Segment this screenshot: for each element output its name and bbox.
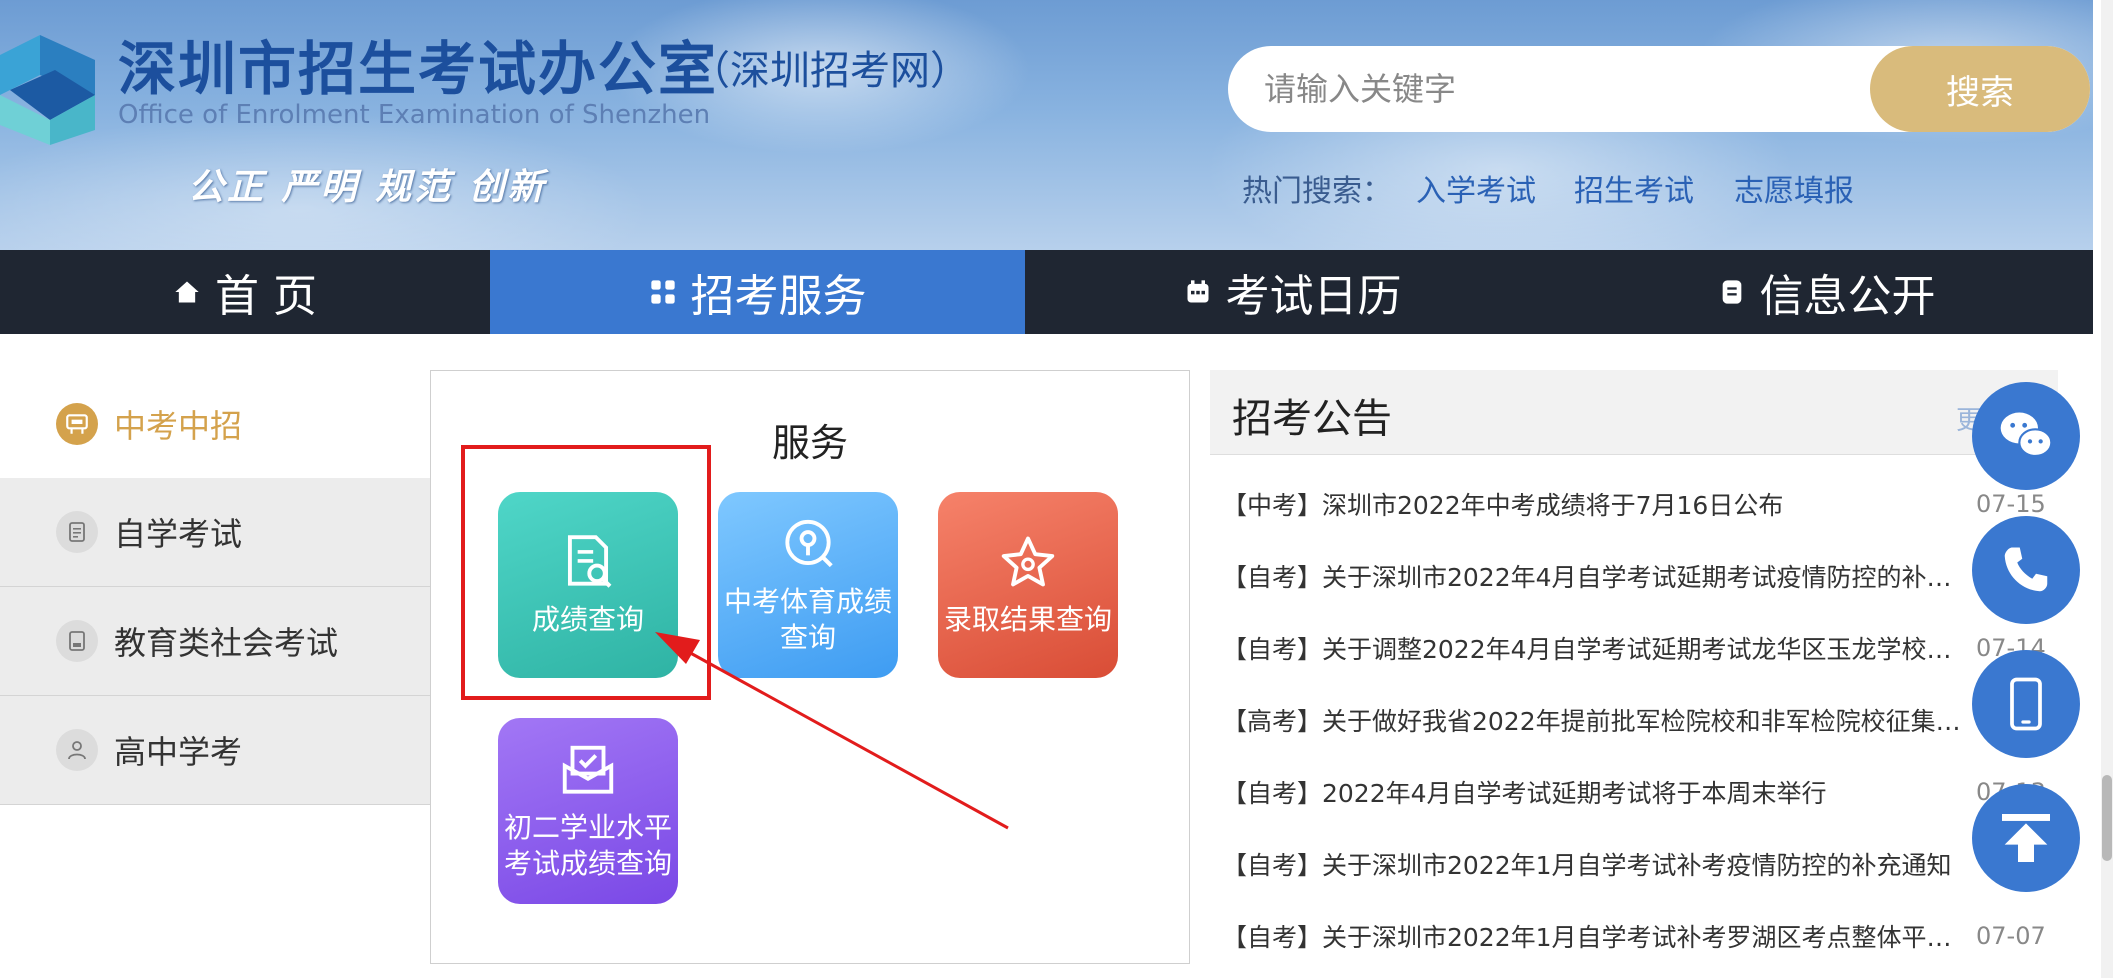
location-search-icon [785,519,833,568]
notice-item[interactable]: 【自考】关于深圳市2022年1月自学考试补考罗湖区考点整体平移的... [1222,918,1974,958]
site-subtitle: （深圳招考网） [690,48,970,94]
hot-search-link[interactable]: 入学考试 [1416,166,1536,210]
tile-label: 录取结果查询 [943,603,1112,636]
notice-item[interactable]: 【自考】关于深圳市2022年1月自学考试补考疫情防控的补充通知 [1222,846,1974,886]
document-icon [1722,280,1741,304]
calendar-icon [1187,280,1208,303]
person-icon [56,729,98,771]
nav-item-calendar[interactable]: 考试日历 [1025,250,1560,334]
pe-score-query-tile[interactable]: 中考体育成绩查询 [718,492,898,678]
wechat-button[interactable] [1972,382,2080,490]
hot-search-link[interactable]: 招生考试 [1574,166,1694,210]
nav-item-home[interactable]: 首 页 [0,250,490,334]
notice-item[interactable]: 【高考】关于做好我省2022年提前批军检院校和非军检院校征集志愿... [1222,702,1974,742]
nav-item-info[interactable]: 信息公开 [1560,250,2093,334]
services-title: 服务 [772,421,849,465]
search-button[interactable]: 搜索 [1870,46,2090,132]
nav-item-services[interactable]: 招考服务 [490,250,1025,334]
notice-item[interactable]: 【自考】关于深圳市2022年4月自学考试延期考试疫情防控的补充通知 [1222,558,1974,598]
notebook-icon [56,511,98,553]
menu-item-label: 自学考试 [114,515,243,553]
site-english-name: Office of Enrolment Examination of Shenz… [118,100,711,130]
grade8-score-query-tile[interactable]: 初二学业水平考试成绩查询 [498,718,678,904]
back-to-top-button[interactable] [1972,784,2080,892]
tile-label: 初二学业水平考试成绩查询 [503,811,672,880]
menu-item-highschool[interactable]: 高中学考 [0,696,430,805]
back-to-top-icon [2002,814,2050,862]
hot-search-link[interactable]: 志愿填报 [1734,166,1854,210]
hot-search-label: 热门搜索： [1242,174,1392,209]
notice-title: 招考公告 [1232,396,1392,442]
notice-item[interactable]: 【自考】关于调整2022年4月自学考试延期考试龙华区玉龙学校、潜... [1222,630,1974,670]
scrollbar-thumb[interactable] [2102,775,2112,861]
menu-item-edu-exam[interactable]: 教育类社会考试 [0,587,430,696]
home-icon [175,281,199,303]
star-icon [1001,536,1055,587]
site-title: 深圳市招生考试办公室 [118,35,719,103]
nav-item-label: 考试日历 [1225,271,1402,322]
nav-item-label: 招考服务 [690,271,867,322]
tile-label: 中考体育成绩查询 [723,585,892,654]
nav-item-label: 首 页 [215,271,317,322]
phone-button[interactable] [1972,516,2080,624]
site-motto: 公正 严明 规范 创新 [188,167,547,208]
search-input[interactable] [1262,60,1846,118]
phone-icon [2004,547,2048,592]
menu-item-label: 教育类社会考试 [114,624,339,662]
notice-date: 07-15 [1976,490,2046,518]
logo-icon[interactable] [0,15,100,145]
wechat-icon [2000,412,2053,458]
notice-item[interactable]: 【自考】2022年4月自学考试延期考试将于本周末举行 [1222,774,1974,814]
tablet-icon [56,620,98,662]
envelope-check-icon [562,745,614,794]
menu-item-label: 中考中招 [114,407,243,445]
nav-item-label: 信息公开 [1759,271,1936,322]
mobile-button[interactable] [1972,650,2080,758]
grid-icon [650,280,675,304]
notice-date: 07-07 [1976,922,2046,950]
menu-item-label: 高中学考 [114,733,243,771]
menu-item-self-study[interactable]: 自学考试 [0,478,430,587]
mobile-icon [2010,677,2042,731]
admission-result-query-tile[interactable]: 录取结果查询 [938,492,1118,678]
notice-item[interactable]: 【中考】深圳市2022年中考成绩将于7月16日公布 [1222,486,1974,526]
highlight-box [461,445,711,700]
school-sign-icon [56,403,98,445]
menu-item-zhongkao[interactable]: 中考中招 [0,370,430,478]
